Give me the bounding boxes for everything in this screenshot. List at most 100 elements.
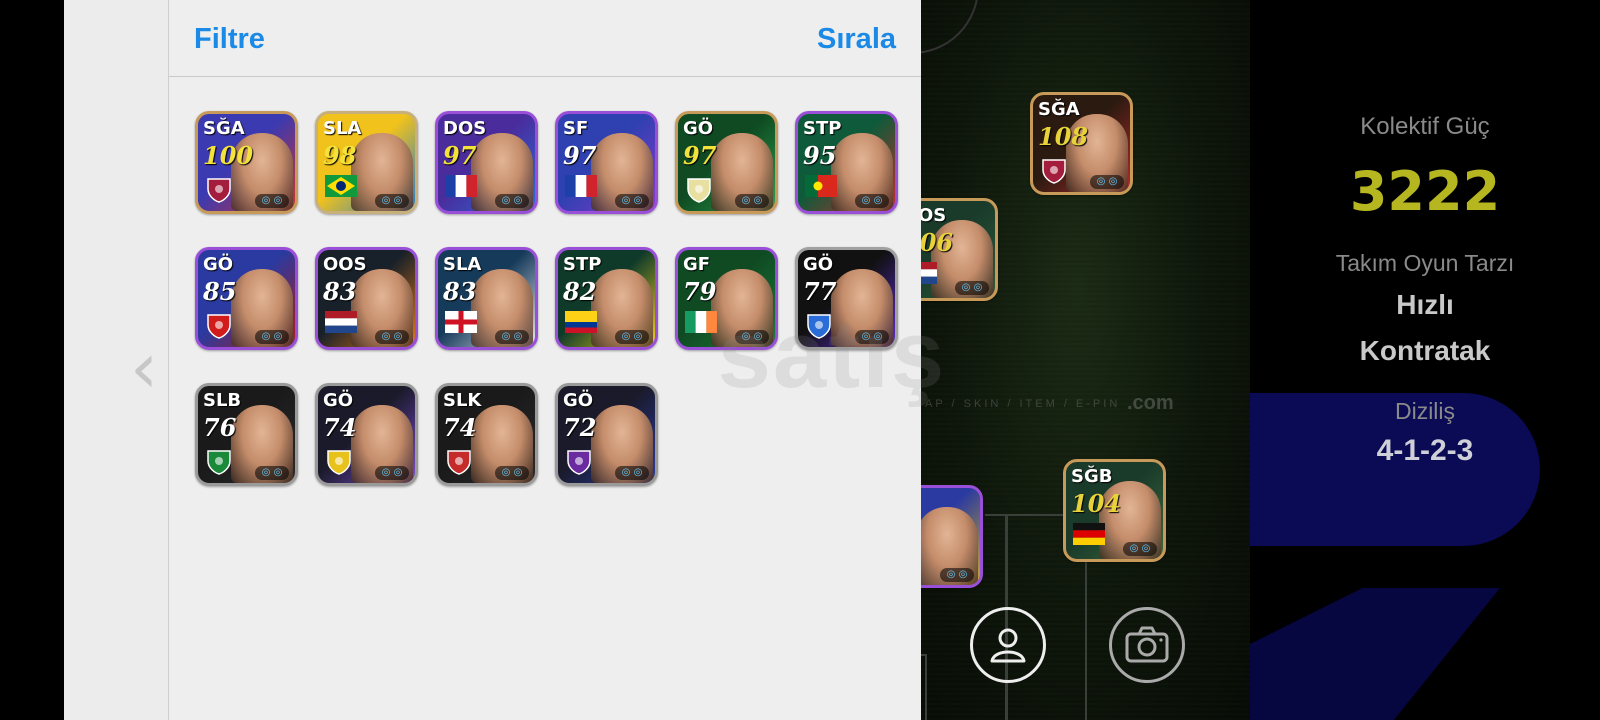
player-position: GÖ — [323, 390, 354, 411]
skill-dots-icon: ◎ ◎ — [255, 194, 289, 208]
camera-icon — [1125, 626, 1169, 663]
player-card[interactable]: SLK 74 ◎ ◎ — [435, 383, 538, 486]
club-badge-icon — [205, 313, 233, 339]
player-rating: 97 — [563, 141, 597, 170]
player-position: SLB — [203, 390, 242, 411]
player-card[interactable]: STP 95 ◎ ◎ — [795, 111, 898, 214]
player-rating: 76 — [203, 413, 237, 442]
player-card[interactable]: SĞA 100 ◎ ◎ — [195, 111, 298, 214]
player-position: SF — [563, 118, 589, 139]
player-rating: 97 — [683, 141, 717, 170]
playstyle-value-line1[interactable]: Hızlı — [1250, 289, 1600, 321]
list-header: Filtre Sırala — [169, 0, 921, 77]
formation-value[interactable]: 4-1-2-3 — [1250, 434, 1600, 468]
back-chevron-icon[interactable]: ‹ — [130, 333, 158, 403]
team-info-panel: Kolektif Güç 3222 Takım Oyun Tarzı Hızlı… — [1250, 0, 1600, 720]
playstyle-value-line2[interactable]: Kontratak — [1250, 335, 1600, 367]
skill-dots-icon: ◎ ◎ — [615, 194, 649, 208]
skill-dots-icon: ◎ ◎ — [1090, 175, 1124, 189]
skill-dots-icon: ◎ ◎ — [1123, 542, 1157, 556]
nation-flag-icon — [685, 311, 717, 333]
decorative-stripe — [1250, 588, 1500, 720]
player-rating: 108 — [1038, 122, 1089, 151]
player-position: SĞA — [203, 118, 245, 139]
club-badge-icon — [445, 449, 473, 475]
player-rating: 74 — [443, 413, 477, 442]
skill-dots-icon: ◎ ◎ — [855, 194, 889, 208]
player-card[interactable]: GÖ 97 ◎ ◎ — [675, 111, 778, 214]
filter-button[interactable]: Filtre — [194, 23, 265, 56]
player-rating: 82 — [563, 277, 597, 306]
player-position: SLA — [323, 118, 362, 139]
nation-flag-icon — [325, 175, 357, 197]
player-card[interactable]: GÖ 85 ◎ ◎ — [195, 247, 298, 350]
player-position: OOS — [323, 254, 367, 275]
player-card[interactable]: OOS 83 ◎ ◎ — [315, 247, 418, 350]
player-card[interactable]: SLA 83 ◎ ◎ — [435, 247, 538, 350]
player-position: SĞB — [1071, 466, 1113, 487]
player-rating: 100 — [203, 141, 254, 170]
player-position: STP — [803, 118, 842, 139]
skill-dots-icon: ◎ ◎ — [955, 281, 989, 295]
player-position: GÖ — [203, 254, 234, 275]
watermark-domain: .com — [1127, 392, 1174, 414]
player-position: GÖ — [683, 118, 714, 139]
team-strength-value: 3222 — [1349, 160, 1501, 223]
player-position: SLA — [443, 254, 482, 275]
skill-dots-icon: ◎ ◎ — [255, 466, 289, 480]
playstyle-label: Takım Oyun Tarzı — [1335, 250, 1515, 276]
player-card[interactable]: GF 79 ◎ ◎ — [675, 247, 778, 350]
skill-dots-icon: ◎ ◎ — [375, 466, 409, 480]
skill-dots-icon: ◎ ◎ — [495, 194, 529, 208]
profile-button[interactable] — [970, 607, 1046, 683]
player-rating: 98 — [323, 141, 357, 170]
player-card[interactable]: SLB 76 ◎ ◎ — [195, 383, 298, 486]
field-player-card[interactable]: SĞA 108 ◎ ◎ — [1030, 92, 1133, 195]
club-badge-icon — [685, 177, 713, 203]
player-rating: 104 — [1071, 489, 1122, 518]
player-card[interactable]: GÖ 77 ◎ ◎ — [795, 247, 898, 350]
player-position: GF — [683, 254, 711, 275]
club-badge-icon — [205, 177, 233, 203]
formation-label: Diziliş — [1394, 398, 1456, 424]
player-position: STP — [563, 254, 602, 275]
skill-dots-icon: ◎ ◎ — [615, 330, 649, 344]
player-card[interactable]: SF 97 ◎ ◎ — [555, 111, 658, 214]
player-rating: 72 — [563, 413, 597, 442]
nation-flag-icon — [325, 311, 357, 333]
player-position: SLK — [443, 390, 482, 411]
club-badge-icon — [205, 449, 233, 475]
skill-dots-icon: ◎ ◎ — [940, 568, 974, 582]
player-card[interactable]: STP 82 ◎ ◎ — [555, 247, 658, 350]
club-badge-icon — [325, 449, 353, 475]
watermark-subtitle: AP / SKIN / ITEM / E-PIN — [925, 398, 1121, 410]
nation-flag-icon — [445, 311, 477, 333]
field-player-card[interactable]: SĞB 104 ◎ ◎ — [1063, 459, 1166, 562]
player-position: GÖ — [803, 254, 834, 275]
nation-flag-icon — [565, 311, 597, 333]
skill-dots-icon: ◎ ◎ — [495, 466, 529, 480]
nation-flag-icon — [445, 175, 477, 197]
player-rating: 77 — [803, 277, 837, 306]
skill-dots-icon: ◎ ◎ — [255, 330, 289, 344]
nation-flag-icon — [565, 175, 597, 197]
player-card[interactable]: GÖ 74 ◎ ◎ — [315, 383, 418, 486]
camera-button[interactable] — [1109, 607, 1185, 683]
player-rating: 97 — [443, 141, 477, 170]
player-card[interactable]: DOS 97 ◎ ◎ — [435, 111, 538, 214]
player-rating: 79 — [683, 277, 717, 306]
player-position: SĞA — [1038, 99, 1080, 120]
sort-button[interactable]: Sırala — [817, 23, 896, 56]
player-position: DOS — [443, 118, 487, 139]
player-card[interactable]: GÖ 72 ◎ ◎ — [555, 383, 658, 486]
player-card[interactable]: SLA 98 ◎ ◎ — [315, 111, 418, 214]
skill-dots-icon: ◎ ◎ — [495, 330, 529, 344]
skill-dots-icon: ◎ ◎ — [735, 194, 769, 208]
nation-flag-icon — [805, 175, 837, 197]
skill-dots-icon: ◎ ◎ — [855, 330, 889, 344]
nation-flag-icon — [1073, 523, 1105, 545]
player-rating: 83 — [323, 277, 357, 306]
skill-dots-icon: ◎ ◎ — [375, 330, 409, 344]
club-badge-icon — [565, 449, 593, 475]
skill-dots-icon: ◎ ◎ — [615, 466, 649, 480]
